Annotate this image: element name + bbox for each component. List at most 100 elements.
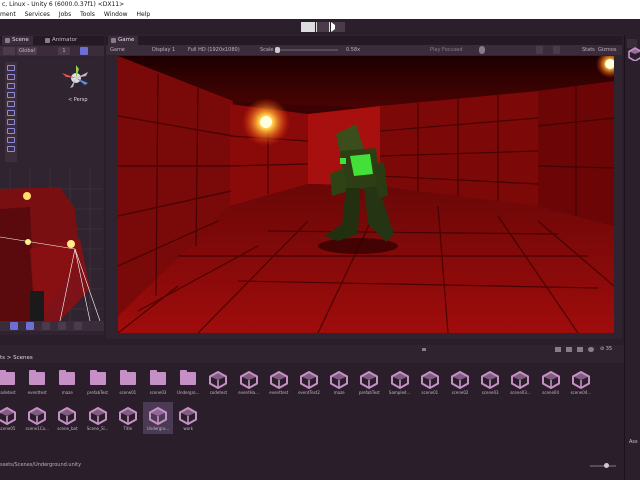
persp-label[interactable]: < Persp — [68, 97, 94, 103]
mute-audio-icon[interactable] — [536, 46, 543, 54]
stats-button[interactable]: Stats — [580, 46, 597, 54]
audio-icon[interactable] — [479, 46, 485, 54]
display-dropdown[interactable]: Display 1 — [150, 46, 177, 54]
scene-asset-item[interactable]: Sampled... — [385, 366, 415, 398]
scene-asset-item[interactable]: codetest — [203, 366, 233, 398]
menu-item-jobs[interactable]: Jobs — [59, 11, 71, 18]
unity-scene-icon — [209, 371, 228, 389]
rect-tool-icon[interactable] — [7, 101, 15, 107]
tab-scene[interactable]: Scene — [2, 36, 33, 45]
scene-asset-item[interactable]: scene03 — [475, 366, 505, 398]
menu-item-window[interactable]: Window — [104, 11, 128, 18]
scene-asset-item[interactable]: prefabTest — [354, 366, 384, 398]
rotate-tool-icon[interactable] — [7, 83, 15, 89]
unity-scene-icon — [451, 371, 469, 389]
play-mode-dropdown[interactable]: Play Focused — [428, 46, 465, 54]
folder-item[interactable]: scene01 — [113, 366, 143, 398]
game-tab-icon — [111, 38, 116, 43]
menu-item-services[interactable]: Services — [25, 11, 50, 18]
folder-icon — [150, 370, 166, 385]
count-badge-value: 35 — [605, 346, 613, 352]
eye-icon[interactable] — [588, 347, 594, 352]
folder-item[interactable]: prefabTest — [83, 366, 113, 398]
label-icon[interactable] — [566, 347, 572, 352]
tab-game[interactable]: Game — [108, 36, 139, 45]
overlay-button[interactable] — [74, 322, 82, 330]
pivot-mode-dropdown[interactable]: Global — [17, 47, 37, 55]
scene-asset-item[interactable]: maze — [324, 366, 354, 398]
folder-icon — [89, 370, 106, 385]
folder-item[interactable]: scene03 — [143, 366, 173, 398]
scene-asset-item[interactable]: eventTest2 — [294, 366, 324, 398]
scene-asset-item[interactable]: scene03... — [505, 366, 535, 398]
unity-scene-icon — [0, 407, 16, 425]
unity-scene-icon — [179, 407, 198, 425]
play-button[interactable] — [301, 22, 315, 32]
unity-scene-icon — [481, 371, 500, 389]
status-bar: ssets/Scenes/Underground.unity — [0, 461, 624, 470]
scene-tab-icon — [5, 38, 10, 43]
overlay-button[interactable] — [42, 322, 50, 330]
scene-asset-item[interactable]: Title — [113, 402, 143, 434]
tool-icon[interactable] — [7, 146, 15, 152]
folder-icon — [0, 370, 15, 385]
overlay-button[interactable] — [10, 322, 18, 330]
unity-scene-icon — [269, 371, 288, 389]
game-viewport[interactable] — [118, 56, 614, 333]
scene-asset-item[interactable]: eventHa... — [234, 366, 264, 398]
scene-asset-item[interactable]: scene01 — [415, 366, 445, 398]
display-settings-icon[interactable] — [553, 46, 560, 54]
scene-asset-item[interactable]: scene1Co... — [22, 402, 52, 434]
asset-label: scene04... — [570, 390, 592, 395]
scale-slider[interactable] — [276, 49, 338, 51]
tool-icon[interactable] — [7, 137, 15, 143]
icon-size-handle[interactable] — [604, 463, 609, 468]
scene-asset-item[interactable]: scene_bat — [52, 402, 82, 434]
hand-tool-dropdown[interactable] — [3, 47, 15, 55]
custom-tool-icon[interactable] — [7, 119, 15, 125]
scene-asset-item[interactable]: work — [173, 402, 203, 434]
icon-size-slider[interactable] — [590, 465, 616, 467]
window-title: c, Linux - Unity 6 (6000.0.37f1) <DX11> — [0, 0, 640, 10]
folder-icon — [29, 370, 46, 385]
hand-tool-icon[interactable] — [7, 65, 15, 71]
move-tool-icon[interactable] — [7, 74, 15, 80]
overlay-button[interactable] — [58, 322, 66, 330]
folder-icon — [59, 370, 76, 385]
pause-button[interactable] — [316, 22, 330, 32]
unity-scene-icon — [541, 371, 560, 389]
resolution-dropdown[interactable]: Full HD (1920x1080) — [186, 46, 242, 54]
scene-gizmo[interactable]: < Persp — [58, 63, 94, 103]
grid-snap-toggle[interactable] — [80, 47, 88, 55]
scale-label: Scale — [260, 47, 274, 53]
game-view-dropdown[interactable]: Game — [108, 46, 127, 54]
step-button[interactable] — [331, 22, 345, 32]
folder-item[interactable]: Undergro... — [173, 366, 203, 398]
scene-asset-item[interactable]: scene02 — [445, 366, 475, 398]
snap-increment[interactable]: 1 — [58, 47, 70, 55]
tab-animator[interactable]: Animator — [42, 36, 81, 45]
scene-asset-item[interactable]: Undergro... — [143, 402, 173, 434]
overlay-button[interactable] — [26, 322, 34, 330]
scale-slider-handle[interactable] — [275, 47, 280, 53]
gizmos-button[interactable]: Gizmos — [596, 46, 618, 54]
menu-item-help[interactable]: Help — [136, 11, 150, 18]
view-tool-icon[interactable] — [7, 128, 15, 134]
selected-asset-path: ssets/Scenes/Underground.unity — [0, 462, 82, 468]
scene-asset-item[interactable]: scene04... — [566, 366, 596, 398]
breadcrumb[interactable]: ts > Scenes — [0, 354, 624, 363]
hidden-count-badge: ⊘ 35 — [600, 346, 613, 352]
folder-icon — [119, 370, 136, 385]
scene-asset-item[interactable]: scene04 — [536, 366, 566, 398]
scene-asset-item[interactable]: eventtest — [264, 366, 294, 398]
scene-asset-item[interactable]: Scene_Sl... — [83, 402, 113, 434]
folder-item[interactable]: maze — [52, 366, 82, 398]
menu-item[interactable]: ment — [0, 11, 16, 18]
scale-tool-icon[interactable] — [7, 92, 15, 98]
search-icon[interactable] — [422, 348, 426, 351]
menu-item-tools[interactable]: Tools — [80, 11, 95, 18]
filter-icon[interactable] — [555, 347, 561, 352]
transform-tool-icon[interactable] — [7, 110, 15, 116]
favorite-icon[interactable] — [577, 347, 583, 352]
folder-item[interactable]: eventtest — [22, 366, 52, 398]
